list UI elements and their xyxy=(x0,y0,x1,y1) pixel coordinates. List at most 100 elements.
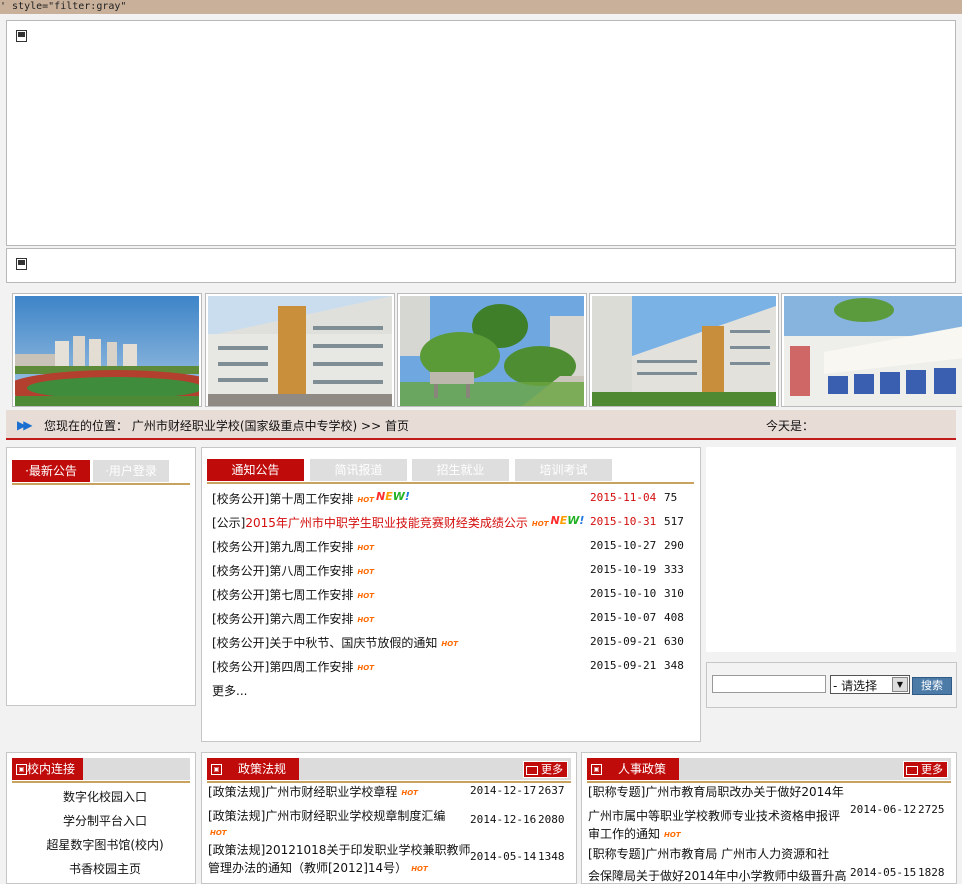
notice-category: [校务公开] xyxy=(212,636,270,650)
campus-teaching-building-image xyxy=(592,296,776,406)
new-badge-letter: N xyxy=(550,514,560,527)
campus-photo-1[interactable] xyxy=(12,293,202,407)
policy-row-3[interactable]: [政策法规]20121018关于印发职业学校兼职教师 xyxy=(208,841,470,858)
notice-row[interactable]: [校务公开]第四周工作安排 HOT 2015-09-21 348 xyxy=(212,654,692,678)
campus-photo-5[interactable] xyxy=(781,293,962,407)
breadcrumb: 您现在的位置： 广州市财经职业学校(国家级重点中专学校) >> 首页 xyxy=(44,417,409,434)
hr-policy-panel: ▣ 人事政策 更多 [职称专题]广州市教育局职改办关于做好2014年 广州市属中等… xyxy=(581,752,957,884)
hr-row-1[interactable]: [职称专题]广州市教育局职改办关于做好2014年 xyxy=(588,783,844,800)
notice-title[interactable]: [校务公开]关于中秋节、国庆节放假的通知 HOT xyxy=(212,634,458,651)
new-badge-icon: NEW! xyxy=(551,514,585,527)
notice-category: [校务公开] xyxy=(212,540,270,554)
hot-badge-icon: HOT xyxy=(357,591,374,600)
hr-header: ▣ 人事政策 更多 xyxy=(587,758,951,780)
notices-more-link[interactable]: 更多... xyxy=(212,682,247,699)
notice-title[interactable]: [校务公开]第七周工作安排 HOT xyxy=(212,586,374,603)
campus-links-header: ▣ 校内连接 xyxy=(12,758,190,780)
breadcrumb-separator: >> xyxy=(361,419,382,433)
notice-title[interactable]: [校务公开]第四周工作安排 HOT xyxy=(212,658,374,675)
hr-row-title-cont: 广州市属中等职业学校教师专业技术资格申报评 xyxy=(588,809,841,823)
notice-title-text: 第四周工作安排 xyxy=(269,660,354,674)
top-code-strip: ' style="filter:gray" xyxy=(0,0,962,14)
search-input[interactable] xyxy=(712,675,826,693)
tab-training-exams[interactable]: 培训考试 xyxy=(515,459,612,481)
tab-news[interactable]: 简讯报道 xyxy=(310,459,407,481)
notice-title-text: 第八周工作安排 xyxy=(269,564,354,578)
campus-links-underline xyxy=(12,781,190,783)
tab-user-login[interactable]: ·用户登录 xyxy=(93,460,169,482)
notice-title-text: 第九周工作安排 xyxy=(269,540,354,554)
campus-link-digital-campus[interactable]: 数字化校园入口 xyxy=(15,788,195,805)
chevron-down-icon: ▼ xyxy=(892,677,908,692)
hot-badge-icon: HOT xyxy=(411,864,428,873)
breadcrumb-school-link[interactable]: 广州市财经职业学校(国家级重点中专学校) xyxy=(132,419,357,433)
hr-row-title-cont: 审工作的通知 xyxy=(588,827,661,841)
policy-row-1[interactable]: [政策法规]广州市财经职业学校章程 HOT xyxy=(208,783,418,800)
notice-row[interactable]: [校务公开]第十周工作安排 HOT NEW! 2015-11-04 75 xyxy=(212,486,692,510)
notice-row[interactable]: [校务公开]第八周工作安排 HOT 2015-10-19 333 xyxy=(212,558,692,582)
hot-badge-icon: HOT xyxy=(357,567,374,576)
new-badge-letter: N xyxy=(375,490,386,503)
notice-title[interactable]: [校务公开]第十周工作安排 HOT NEW! xyxy=(212,490,410,507)
policy-more-button[interactable]: 更多 xyxy=(523,761,568,778)
hr-row-title: [职称专题]广州市教育局 广州市人力资源和社 xyxy=(588,847,830,861)
category-select[interactable]: - 请选择 ▼ xyxy=(830,675,910,694)
tab-notices[interactable]: 通知公告 xyxy=(207,459,304,481)
campus-link-reading-campus[interactable]: 书香校园主页 xyxy=(15,860,195,877)
hot-badge-icon: HOT xyxy=(357,543,374,552)
notice-date: 2015-10-07 xyxy=(590,611,657,624)
hot-badge-icon: HOT xyxy=(531,519,549,528)
notice-category: [公示] xyxy=(212,516,246,530)
policy-row-date: 2014-05-14 xyxy=(470,850,537,863)
notice-view-count: 75 xyxy=(664,491,678,504)
campus-photo-2[interactable] xyxy=(205,293,395,407)
notice-row[interactable]: [校务公开]关于中秋节、国庆节放假的通知 HOT 2015-09-21 630 xyxy=(212,630,692,654)
hot-badge-icon: HOT xyxy=(664,830,681,839)
notice-title[interactable]: [公示]2015年广州市中职学生职业技能竞赛财经类成绩公示 HOT NEW! xyxy=(212,514,584,531)
policy-row-2[interactable]: [政策法规]广州市财经职业学校规章制度汇编 xyxy=(208,807,445,824)
hot-badge-icon: HOT xyxy=(357,615,374,624)
hr-row-1-line2[interactable]: 广州市属中等职业学校教师专业技术资格申报评 xyxy=(588,807,840,824)
hr-row-title: [职称专题]广州市教育局职改办关于做好2014年 xyxy=(588,785,844,799)
right-blank-panel xyxy=(706,447,956,652)
hr-more-label: 更多 xyxy=(921,763,943,776)
tab-latest-announcements[interactable]: ·最新公告 xyxy=(12,460,90,482)
policy-row-2-hot: HOT xyxy=(206,825,227,839)
search-button[interactable]: 搜索 xyxy=(912,677,952,695)
notice-row[interactable]: [公示]2015年广州市中职学生职业技能竞赛财经类成绩公示 HOT NEW! 2015… xyxy=(212,510,692,534)
campus-links-title-tab: ▣ 校内连接 xyxy=(12,758,83,780)
tab-admissions[interactable]: 招生就业 xyxy=(412,459,509,481)
notice-title[interactable]: [校务公开]第八周工作安排 HOT xyxy=(212,562,374,579)
campus-link-credit-platform[interactable]: 学分制平台入口 xyxy=(15,812,195,829)
notice-row[interactable]: [校务公开]第九周工作安排 HOT 2015-10-27 290 xyxy=(212,534,692,558)
notice-title[interactable]: [校务公开]第六周工作安排 HOT xyxy=(212,610,374,627)
campus-photo-3[interactable] xyxy=(397,293,587,407)
hr-row-1-line3[interactable]: 审工作的通知 HOT xyxy=(588,825,681,842)
notice-title-text: 2015年广州市中职学生职业技能竞赛财经类成绩公示 xyxy=(245,516,528,530)
policy-row-count: 2080 xyxy=(538,813,565,826)
notice-row[interactable]: [校务公开]第七周工作安排 HOT 2015-10-10 310 xyxy=(212,582,692,606)
hot-badge-icon: HOT xyxy=(357,495,374,504)
hr-row-2[interactable]: [职称专题]广州市教育局 广州市人力资源和社 xyxy=(588,845,829,862)
breadcrumb-home-link[interactable]: 首页 xyxy=(385,419,409,433)
notice-tab-underline xyxy=(207,482,694,484)
hr-title-tab: ▣ 人事政策 xyxy=(587,758,679,780)
policy-header: ▣ 政策法规 更多 xyxy=(207,758,571,780)
secondary-banner-placeholder xyxy=(6,248,956,283)
notice-view-count: 333 xyxy=(664,563,684,576)
campus-link-digital-library[interactable]: 超星数字图书馆(校内) xyxy=(15,836,195,853)
notice-category: [校务公开] xyxy=(212,660,270,674)
campus-photo-4[interactable] xyxy=(589,293,779,407)
notice-date: 2015-09-21 xyxy=(590,635,657,648)
policy-row-date: 2014-12-16 xyxy=(470,813,537,826)
breadcrumb-bar: ▶▶ 您现在的位置： 广州市财经职业学校(国家级重点中专学校) >> 首页 今天… xyxy=(6,410,956,440)
hr-more-button[interactable]: 更多 xyxy=(903,761,948,778)
campus-links-panel: ▣ 校内连接 数字化校园入口 学分制平台入口 超星数字图书馆(校内) 书香校园主页 xyxy=(6,752,196,884)
section-icon: ▣ xyxy=(211,764,222,775)
notice-title[interactable]: [校务公开]第九周工作安排 HOT xyxy=(212,538,374,555)
notice-row[interactable]: [校务公开]第六周工作安排 HOT 2015-10-07 408 xyxy=(212,606,692,630)
hr-row-2-line2[interactable]: 会保障局关于做好2014年中小学教师中级晋升高 xyxy=(588,867,847,884)
hr-title: 人事政策 xyxy=(618,762,667,776)
double-arrow-icon: ▶▶ xyxy=(17,418,33,432)
policy-row-3-line2[interactable]: 管理办法的通知（教师[2012]14号） HOT xyxy=(208,859,428,876)
